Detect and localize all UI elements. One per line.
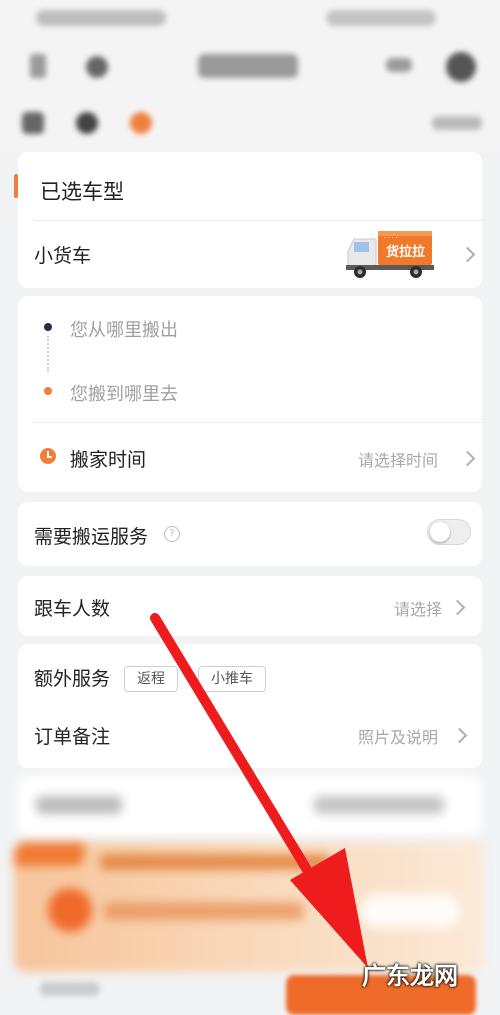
vehicle-type: 小货车 bbox=[34, 245, 92, 267]
promo-banner[interactable] bbox=[14, 842, 484, 972]
chip-trolley[interactable]: 小推车 bbox=[198, 666, 266, 692]
chevron-right-icon bbox=[449, 599, 466, 616]
promo-tag bbox=[14, 842, 84, 866]
toggle-knob bbox=[430, 522, 450, 542]
home-icon[interactable] bbox=[86, 56, 108, 78]
promo-headline bbox=[100, 854, 330, 870]
chip-return-trip[interactable]: 返程 bbox=[124, 666, 178, 692]
destination-dot-icon bbox=[44, 387, 52, 395]
chevron-right-icon bbox=[459, 450, 476, 467]
tab-icon-2[interactable] bbox=[76, 112, 98, 134]
move-time-row[interactable]: 搬家时间 请选择时间 bbox=[18, 423, 482, 491]
passengers-label: 跟车人数 bbox=[34, 598, 111, 620]
close-icon[interactable] bbox=[446, 52, 476, 82]
extras-label: 额外服务 bbox=[34, 668, 111, 690]
from-address-input[interactable]: 您从哪里搬出 bbox=[70, 316, 178, 342]
order-notes-placeholder: 照片及说明 bbox=[358, 728, 439, 747]
clock-icon bbox=[40, 448, 56, 464]
extras-card: 额外服务 返程 小推车 订单备注 照片及说明 bbox=[18, 644, 482, 768]
to-address-row[interactable]: 您搬到哪里去 bbox=[18, 360, 482, 420]
section-accent-bar bbox=[14, 174, 18, 198]
from-address-row[interactable]: 您从哪里搬出 bbox=[18, 296, 482, 358]
route-card: 您从哪里搬出 您搬到哪里去 搬家时间 请选择时间 bbox=[18, 296, 482, 492]
moving-service-label: 需要搬运服务 bbox=[34, 526, 149, 548]
bottom-price bbox=[40, 982, 100, 996]
page-title bbox=[198, 54, 298, 78]
more-icon[interactable] bbox=[386, 58, 412, 72]
moving-service-toggle[interactable] bbox=[427, 519, 471, 545]
contact-phone bbox=[314, 796, 444, 814]
nav-bar bbox=[0, 40, 500, 96]
chevron-right-icon bbox=[459, 246, 476, 263]
status-bar bbox=[0, 0, 500, 40]
move-time-label: 搬家时间 bbox=[70, 449, 147, 471]
tab-right-link[interactable] bbox=[432, 116, 482, 130]
promo-button[interactable] bbox=[360, 894, 460, 928]
mode-tabs bbox=[0, 96, 500, 152]
vehicle-row[interactable]: 小货车 · · · · 货拉拉 bbox=[18, 221, 482, 287]
back-icon[interactable] bbox=[30, 54, 46, 78]
passengers-placeholder: 请选择 bbox=[394, 600, 443, 619]
svg-text:· · · ·: · · · · bbox=[384, 235, 397, 242]
origin-dot-icon bbox=[44, 323, 52, 331]
status-bar-left bbox=[36, 10, 166, 26]
passengers-row[interactable]: 跟车人数 请选择 bbox=[18, 576, 482, 636]
contact-label bbox=[36, 796, 122, 814]
to-address-input[interactable]: 您搬到哪里去 bbox=[70, 380, 178, 406]
moving-service-card: 需要搬运服务 ? bbox=[18, 502, 482, 566]
chevron-right-icon bbox=[451, 727, 468, 744]
promo-text bbox=[104, 902, 304, 920]
status-bar-right bbox=[326, 10, 436, 26]
order-notes-row[interactable]: 订单备注 照片及说明 bbox=[18, 708, 482, 766]
vehicle-card: 已选车型 小货车 · · · · 货拉拉 bbox=[18, 152, 482, 288]
watermark: 广东龙网 bbox=[362, 962, 458, 990]
order-notes-label: 订单备注 bbox=[34, 726, 111, 748]
help-icon[interactable]: ? bbox=[164, 526, 180, 542]
tab-icon-1[interactable] bbox=[22, 112, 44, 134]
promo-icon bbox=[48, 888, 92, 932]
section-title: 已选车型 bbox=[40, 180, 124, 204]
tab-icon-3[interactable] bbox=[130, 112, 152, 134]
contact-row[interactable] bbox=[18, 776, 482, 836]
truck-icon: · · · · 货拉拉 bbox=[346, 231, 434, 278]
truck-brand: 货拉拉 bbox=[386, 244, 425, 260]
move-time-placeholder: 请选择时间 bbox=[358, 451, 439, 470]
